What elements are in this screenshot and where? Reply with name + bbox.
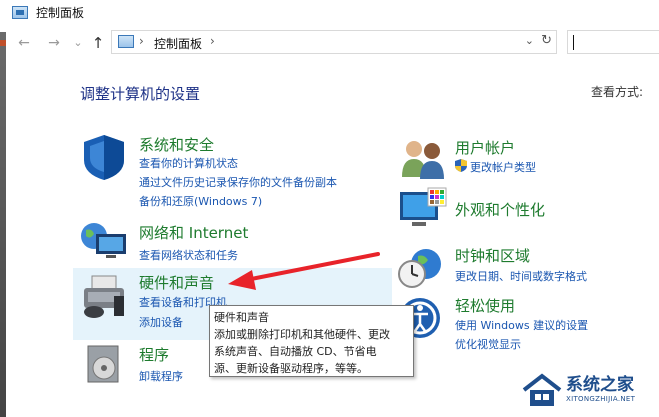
tooltip-line: 添加或删除打印机和其他硬件、更改 [214, 328, 390, 341]
tooltip-title: 硬件和声音 [214, 311, 269, 324]
watermark-subtext: XITONGZHIJIA.NET [566, 395, 636, 403]
watermark-logo-icon [522, 373, 562, 406]
hardware-tooltip: 硬件和声音 添加或删除打印机和其他硬件、更改 系统声音、自动播放 CD、节省电 … [209, 305, 414, 377]
tooltip-line: 系统声音、自动播放 CD、节省电 [214, 345, 377, 358]
tooltip-line: 源、更新设备驱动程序，等等。 [214, 362, 368, 375]
watermark-text: 系统之家 [566, 375, 634, 395]
